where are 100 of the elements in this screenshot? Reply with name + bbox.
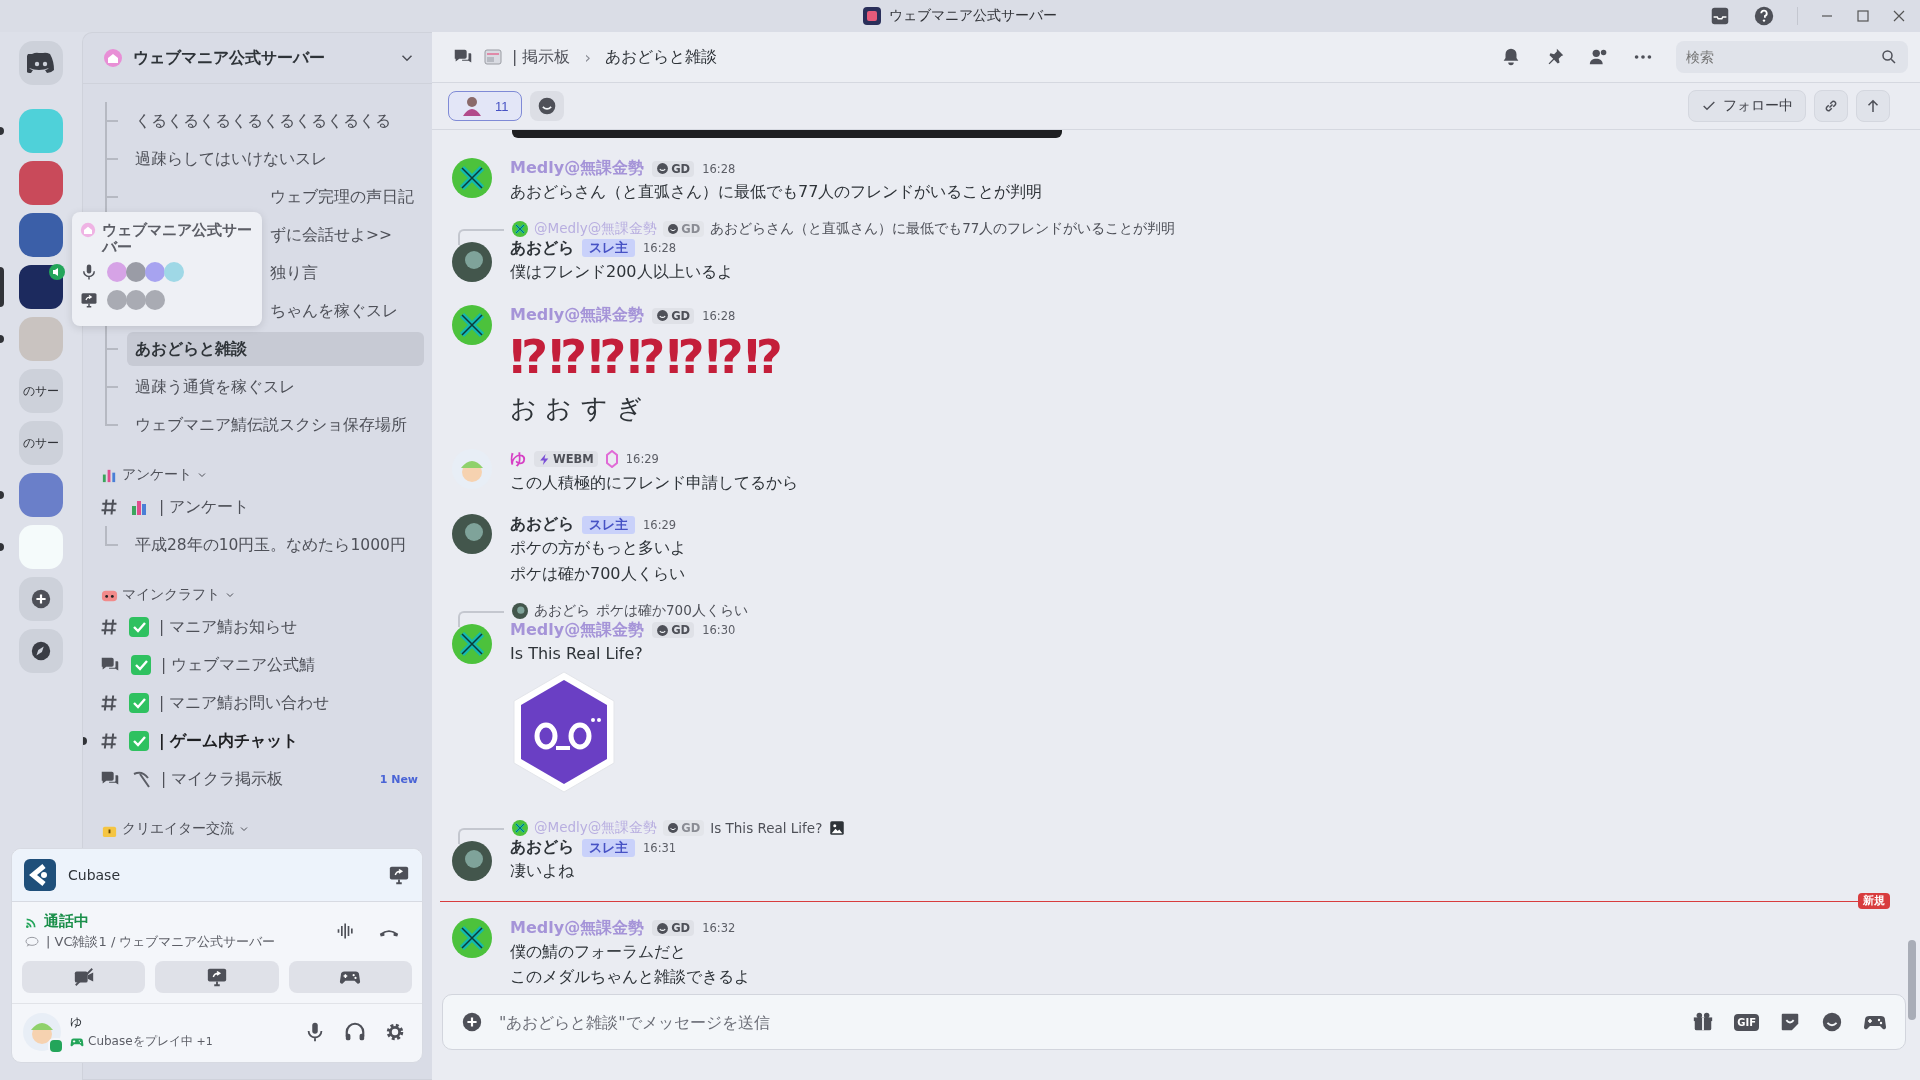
reply-preview[interactable]: Is This Real Life? bbox=[710, 819, 847, 838]
server-icon[interactable] bbox=[19, 213, 63, 257]
category-header[interactable]: クリエイター交流 bbox=[101, 820, 250, 838]
thread-item[interactable]: ウェブ完理の声日記 bbox=[270, 180, 424, 214]
guild-tag: GD bbox=[652, 307, 695, 324]
settings-icon[interactable] bbox=[384, 1021, 406, 1043]
channel-item[interactable]: | マニア鯖お知らせ bbox=[83, 608, 432, 646]
reply-preview[interactable]: ポケは確か700人くらい bbox=[596, 601, 748, 620]
user-avatar[interactable] bbox=[452, 841, 492, 882]
timestamp: 16:28 bbox=[702, 161, 736, 176]
user-avatar[interactable] bbox=[452, 623, 492, 664]
channel-item[interactable]: | マニア鯖お問い合わせ bbox=[83, 684, 432, 722]
user-avatar[interactable] bbox=[452, 158, 492, 199]
category-header[interactable]: アンケート bbox=[101, 466, 208, 484]
hash-icon bbox=[99, 497, 119, 517]
thread-item[interactable]: ずに会話せよ>> bbox=[270, 218, 424, 252]
tooltip-title: ウェブマニア公式サーバー bbox=[102, 222, 253, 255]
gift-icon[interactable] bbox=[1692, 1011, 1715, 1033]
server-button[interactable]: のサー bbox=[19, 421, 63, 465]
channel-item[interactable]: | ウェブマニア公式鯖 bbox=[83, 646, 432, 684]
attach-icon[interactable] bbox=[461, 1011, 483, 1033]
author-name[interactable]: あおどら bbox=[510, 837, 574, 859]
timestamp: 16:28 bbox=[643, 241, 677, 256]
inbox-icon[interactable] bbox=[1709, 5, 1731, 27]
author-name[interactable]: ゆ bbox=[510, 448, 526, 470]
channel-link[interactable]: | 掲示板 bbox=[512, 46, 571, 68]
screen-share-button[interactable] bbox=[155, 961, 279, 993]
screen-share-icon[interactable] bbox=[388, 864, 410, 886]
hash-icon bbox=[99, 731, 119, 751]
thread-item[interactable]: 過疎らしてはいけないスレ bbox=[127, 142, 424, 176]
compass-icon bbox=[30, 640, 52, 662]
search-field[interactable]: 検索 bbox=[1676, 41, 1908, 73]
camera-button[interactable] bbox=[22, 961, 146, 993]
user-avatar[interactable] bbox=[512, 220, 528, 237]
follow-button[interactable]: フォロー中 bbox=[1688, 90, 1806, 122]
explore-button[interactable] bbox=[19, 629, 63, 673]
gif-button[interactable]: GIF bbox=[1734, 1013, 1759, 1031]
voice-channel[interactable]: | VC雑談1 / ウェブマニア公式サーバー bbox=[46, 933, 276, 951]
emoji-icon[interactable] bbox=[1821, 1011, 1843, 1033]
close-icon[interactable] bbox=[1892, 9, 1906, 23]
thread-item[interactable]: ちゃんを稼ぐスレ bbox=[270, 294, 424, 328]
server-home-icon bbox=[103, 48, 123, 68]
activity-button[interactable] bbox=[288, 961, 412, 993]
message-text: ポケは確か700人くらい bbox=[510, 563, 686, 585]
message-text: ポケの方がもっと多いよ bbox=[510, 537, 687, 560]
emoji-text: ⁉⁉⁉⁉⁉⁉⁉ bbox=[510, 329, 784, 386]
copy-link-button[interactable] bbox=[1814, 90, 1848, 122]
thread-item[interactable]: 平成28年の10円玉。なめたら1000円 bbox=[127, 528, 424, 562]
user-avatar[interactable] bbox=[452, 917, 492, 958]
thread-item[interactable]: ウェブマニア鯖伝説スクショ保存場所 bbox=[127, 408, 424, 442]
headphones-icon[interactable] bbox=[344, 1021, 366, 1043]
tree-line bbox=[105, 526, 119, 546]
maximize-icon[interactable] bbox=[1856, 9, 1870, 23]
role-badge: スレ主 bbox=[582, 838, 635, 857]
timestamp: 16:28 bbox=[702, 308, 736, 323]
user-name: ゆ bbox=[70, 1014, 83, 1031]
role-badge: スレ主 bbox=[582, 515, 635, 534]
scroll-up-button[interactable] bbox=[1856, 90, 1890, 122]
board-icon bbox=[484, 48, 502, 66]
thread-item[interactable]: 過疎う通貨を稼ぐスレ bbox=[127, 370, 424, 404]
guild-tag: GD bbox=[663, 820, 705, 837]
add-server-button[interactable] bbox=[19, 577, 63, 621]
home-button[interactable] bbox=[19, 41, 63, 85]
user-avatar[interactable] bbox=[512, 820, 528, 837]
message-input[interactable]: "あおどらと雑談"でメッセージを送信 GIF bbox=[442, 994, 1906, 1050]
message-text: この人積極的にフレンド申請してるから bbox=[510, 471, 799, 494]
hash-icon bbox=[99, 617, 119, 637]
message-text: あおどらさん（と直弧さん）に最低でも77人のフレンドがいることが判明 bbox=[510, 181, 1044, 204]
thread-item[interactable]: くるくるくるくるくるくるくるくる bbox=[127, 104, 424, 138]
server-home-icon bbox=[80, 222, 96, 238]
channel-item[interactable]: | アンケート bbox=[83, 488, 432, 526]
user-avatar[interactable] bbox=[512, 602, 528, 619]
guild-tag: GD bbox=[652, 622, 695, 639]
screen-share-icon bbox=[206, 966, 228, 988]
server-button[interactable]: のサー bbox=[19, 369, 63, 413]
avatar-stack-icon bbox=[106, 289, 166, 311]
scrollbar[interactable] bbox=[1908, 940, 1916, 1020]
user-avatar[interactable] bbox=[452, 514, 492, 555]
new-messages-badge: 新規 bbox=[1858, 893, 1890, 910]
category-header[interactable]: マインクラフト bbox=[101, 586, 236, 604]
timestamp: 16:29 bbox=[643, 517, 677, 532]
thread-item[interactable]: 独り言 bbox=[270, 256, 424, 290]
emoji-text: お お す ぎ bbox=[510, 392, 643, 426]
user-avatar[interactable] bbox=[452, 305, 492, 345]
server-icon[interactable] bbox=[19, 265, 63, 309]
author-name[interactable]: あおどら bbox=[510, 514, 574, 536]
emoji-button[interactable] bbox=[529, 91, 564, 121]
author-name[interactable]: あおどら bbox=[510, 237, 574, 259]
reply-author[interactable]: あおどら bbox=[534, 601, 590, 620]
thread-item[interactable]: あおどらと雑談 bbox=[127, 332, 424, 366]
channel-item[interactable]: | ゲーム内チャット bbox=[83, 722, 432, 760]
user-avatar[interactable] bbox=[452, 241, 492, 282]
channel-item[interactable]: | マイクラ掲示板 1 New bbox=[83, 760, 432, 798]
user-avatar bbox=[461, 95, 483, 117]
member-count-button[interactable]: 11 bbox=[448, 91, 522, 121]
reply-preview[interactable]: あおどらさん（と直弧さん）に最低でも77人のフレンドがいることが判明 bbox=[710, 219, 1176, 238]
sticker-icon[interactable] bbox=[1779, 1011, 1801, 1033]
role-badge: スレ主 bbox=[582, 239, 635, 258]
server-name[interactable]: ウェブマニア公式サーバー bbox=[133, 47, 388, 69]
help-icon[interactable] bbox=[1753, 5, 1775, 27]
